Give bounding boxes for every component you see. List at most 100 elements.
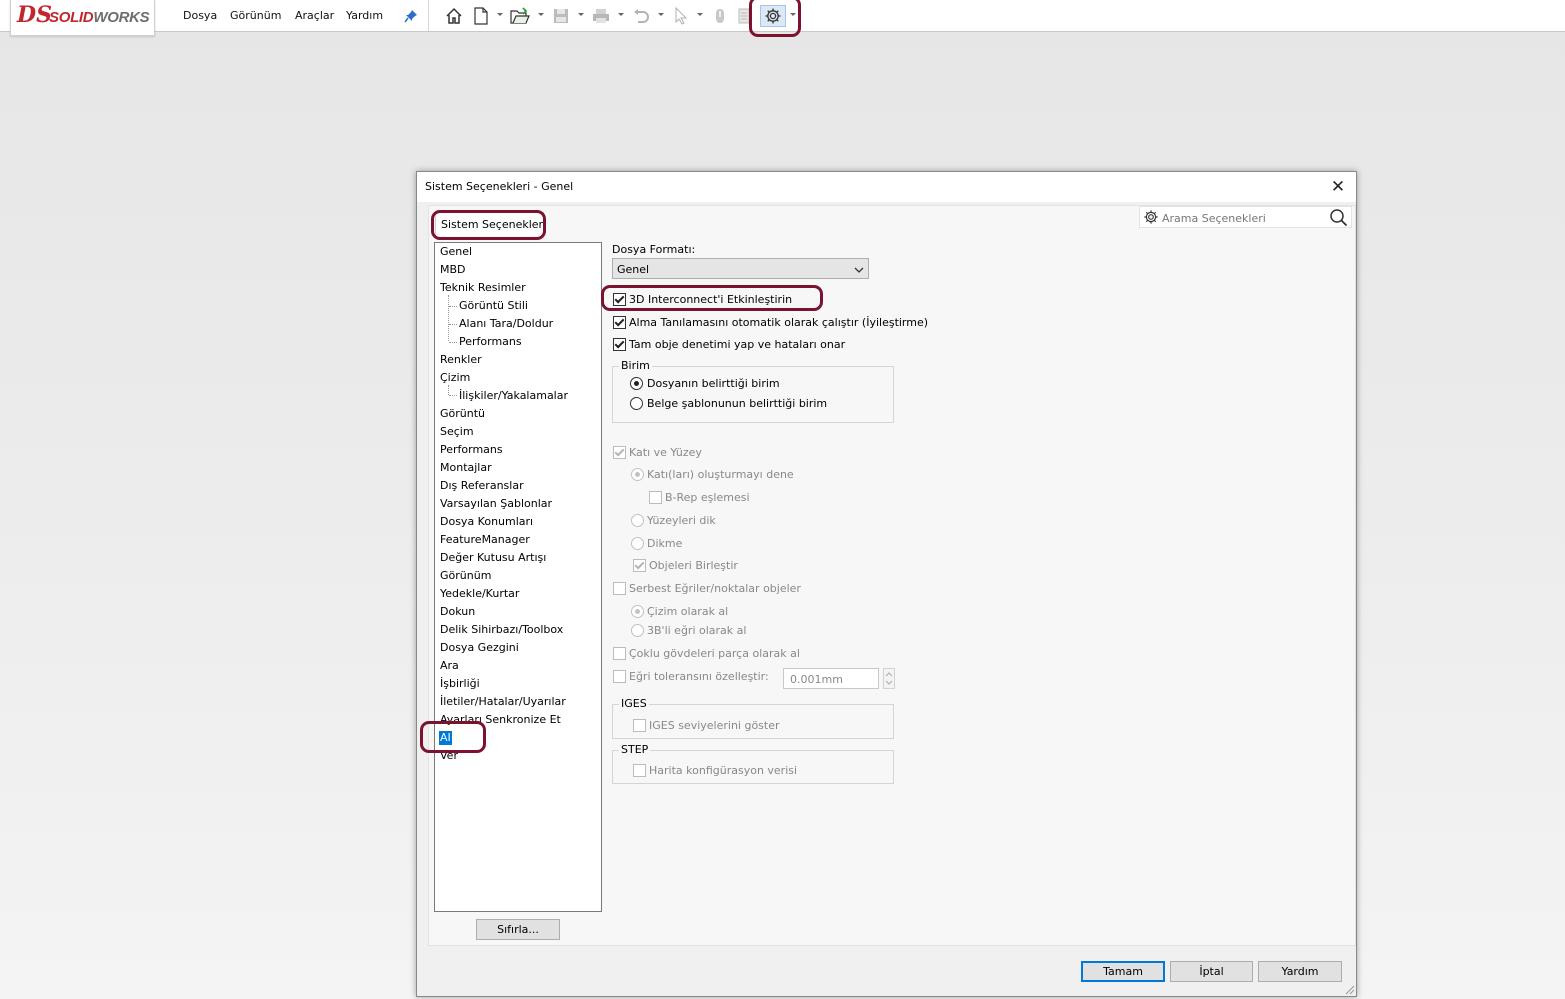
step-map-checkbox[interactable]: [633, 764, 646, 777]
ok-button[interactable]: Tamam: [1081, 961, 1165, 982]
highlight-ai-item: [420, 721, 486, 753]
iges-levels-checkbox[interactable]: [633, 719, 646, 732]
brep-checkbox[interactable]: [649, 491, 662, 504]
chevron-down-icon: [854, 264, 864, 277]
tree-item-featuremanager[interactable]: FeatureManager: [440, 533, 530, 547]
no-knit-radio[interactable]: [631, 537, 644, 550]
as-sketch-radio[interactable]: [631, 605, 644, 618]
highlight-interconnect: [601, 285, 823, 311]
tree-item-iletiler[interactable]: İletiler/Hatalar/Uyarılar: [440, 695, 566, 709]
tree-item-performans[interactable]: Performans: [440, 443, 503, 457]
save-icon[interactable]: [551, 6, 571, 26]
iges-levels-label: IGES seviyelerini göster: [649, 719, 780, 732]
menu-dosya[interactable]: Dosya: [183, 9, 217, 22]
dialog-titlebar: Sistem Seçenekleri - Genel ✕: [417, 172, 1356, 202]
as-sketch-label: Çizim olarak al: [647, 605, 729, 618]
tree-item-mbd[interactable]: MBD: [440, 263, 466, 277]
unit-template-radio[interactable]: [630, 397, 643, 410]
open-folder-icon[interactable]: [509, 6, 531, 26]
select-dropdown-icon[interactable]: [697, 13, 703, 16]
try-solid-radio[interactable]: [631, 468, 644, 481]
tree-connector: [449, 306, 457, 307]
resize-grip-icon[interactable]: [1343, 983, 1355, 995]
solid-surface-checkbox[interactable]: [613, 446, 626, 459]
file-format-value: Genel: [617, 263, 650, 276]
step-map-label: Harita konfigürasyon verisi: [649, 764, 798, 777]
print-dropdown-icon[interactable]: [618, 13, 624, 16]
curve-tolerance-label: Eğri toleransını özelleştir:: [629, 670, 769, 683]
highlight-options-button: [749, 0, 801, 37]
system-options-dialog: Sistem Seçenekleri - Genel ✕ Sistem Seçe…: [416, 171, 1357, 997]
tree-connector: [448, 385, 449, 395]
reset-button[interactable]: Sıfırla...: [476, 919, 560, 940]
menu-araclar[interactable]: Araçlar: [295, 9, 334, 22]
curve-tolerance-input[interactable]: 0.001mm: [783, 668, 879, 689]
knit-surfaces-radio[interactable]: [631, 514, 644, 527]
auto-diagnostics-label: Alma Tanılamasını otomatik olarak çalışt…: [629, 316, 929, 329]
tree-item-deger-kutusu[interactable]: Değer Kutusu Artışı: [440, 551, 546, 565]
tree-item-varsayilan-sablonlar[interactable]: Varsayılan Şablonlar: [440, 497, 552, 511]
tree-item-cizim[interactable]: Çizim: [440, 371, 470, 385]
merge-entities-label: Objeleri Birleştir: [649, 559, 738, 572]
tolerance-spinner[interactable]: [883, 668, 895, 689]
tree-item-dosya-gezgini[interactable]: Dosya Gezgini: [440, 641, 519, 655]
options-tree[interactable]: Genel MBD Teknik Resimler Görüntü Stili …: [434, 242, 602, 912]
tree-item-teknik-resimler[interactable]: Teknik Resimler: [440, 281, 526, 295]
step-group-label: STEP: [619, 743, 651, 756]
auto-diagnostics-checkbox[interactable]: [613, 316, 626, 329]
merge-entities-checkbox[interactable]: [633, 559, 646, 572]
cancel-button[interactable]: İptal: [1170, 961, 1253, 982]
print-icon[interactable]: [590, 6, 612, 26]
unit-group-label: Birim: [619, 359, 652, 372]
multi-body-label: Çoklu gövdeleri parça olarak al: [629, 647, 800, 660]
as-3d-curve-radio[interactable]: [631, 624, 644, 637]
tree-item-isbirligi[interactable]: İşbirliği: [440, 677, 480, 691]
undo-dropdown-icon[interactable]: [658, 13, 664, 16]
tree-item-dis-referanslar[interactable]: Dış Referanslar: [440, 479, 524, 493]
solidworks-logo[interactable]: DS SOLIDWORKS: [10, 0, 155, 36]
new-dropdown-icon[interactable]: [497, 13, 503, 16]
tree-item-alani-tara[interactable]: Alanı Tara/Doldur: [459, 317, 553, 331]
menu-yardim[interactable]: Yardım: [346, 9, 383, 22]
tree-item-delik-sihirbazi[interactable]: Delik Sihirbazı/Toolbox: [440, 623, 563, 637]
free-curves-checkbox[interactable]: [613, 582, 626, 595]
brand-name: SOLIDWORKS: [49, 9, 150, 26]
pin-icon[interactable]: [403, 6, 419, 26]
tree-item-goruntu-stili[interactable]: Görüntü Stili: [459, 299, 528, 313]
home-icon[interactable]: [444, 6, 464, 26]
tree-item-secim[interactable]: Seçim: [440, 425, 474, 439]
tree-item-dokun[interactable]: Dokun: [440, 605, 475, 619]
undo-icon[interactable]: [630, 6, 652, 26]
open-dropdown-icon[interactable]: [538, 13, 544, 16]
curve-tolerance-checkbox[interactable]: [613, 670, 626, 683]
tree-item-dosya-konumlari[interactable]: Dosya Konumları: [440, 515, 533, 529]
tree-item-genel[interactable]: Genel: [440, 245, 472, 259]
brep-label: B-Rep eşlemesi: [665, 491, 750, 504]
tree-item-ara[interactable]: Ara: [440, 659, 459, 673]
file-format-select[interactable]: Genel: [612, 258, 869, 279]
file-format-label: Dosya Formatı:: [612, 243, 696, 256]
tree-item-montajlar[interactable]: Montajlar: [440, 461, 492, 475]
close-icon[interactable]: ✕: [1328, 177, 1348, 197]
tree-item-renkler[interactable]: Renkler: [440, 353, 482, 367]
help-button[interactable]: Yardım: [1258, 961, 1342, 982]
menu-gorunum[interactable]: Görünüm: [230, 9, 281, 22]
tree-item-yedekle-kurtar[interactable]: Yedekle/Kurtar: [440, 587, 519, 601]
new-document-icon[interactable]: [472, 6, 490, 26]
full-check-checkbox[interactable]: [613, 338, 626, 351]
tree-item-performans-sub[interactable]: Performans: [459, 335, 522, 349]
tree-item-goruntu[interactable]: Görüntü: [440, 407, 485, 421]
tree-item-iliskiler[interactable]: İlişkiler/Yakalamalar: [459, 389, 568, 403]
save-dropdown-icon[interactable]: [578, 13, 584, 16]
ds-logo-mark: DS: [17, 2, 52, 28]
tree-connector: [449, 342, 457, 343]
select-arrow-icon[interactable]: [672, 6, 690, 26]
tree-item-gorunum[interactable]: Görünüm: [440, 569, 491, 583]
unit-template-label: Belge şablonunun belirttiği birim: [647, 397, 828, 410]
multi-body-checkbox[interactable]: [613, 647, 626, 660]
search-options-input[interactable]: Arama Seçenekleri: [1139, 206, 1352, 228]
dialog-title: Sistem Seçenekleri - Genel: [425, 180, 574, 193]
rebuild-icon[interactable]: [713, 6, 727, 26]
search-icon[interactable]: [1329, 208, 1348, 230]
unit-file-radio[interactable]: [630, 377, 643, 390]
